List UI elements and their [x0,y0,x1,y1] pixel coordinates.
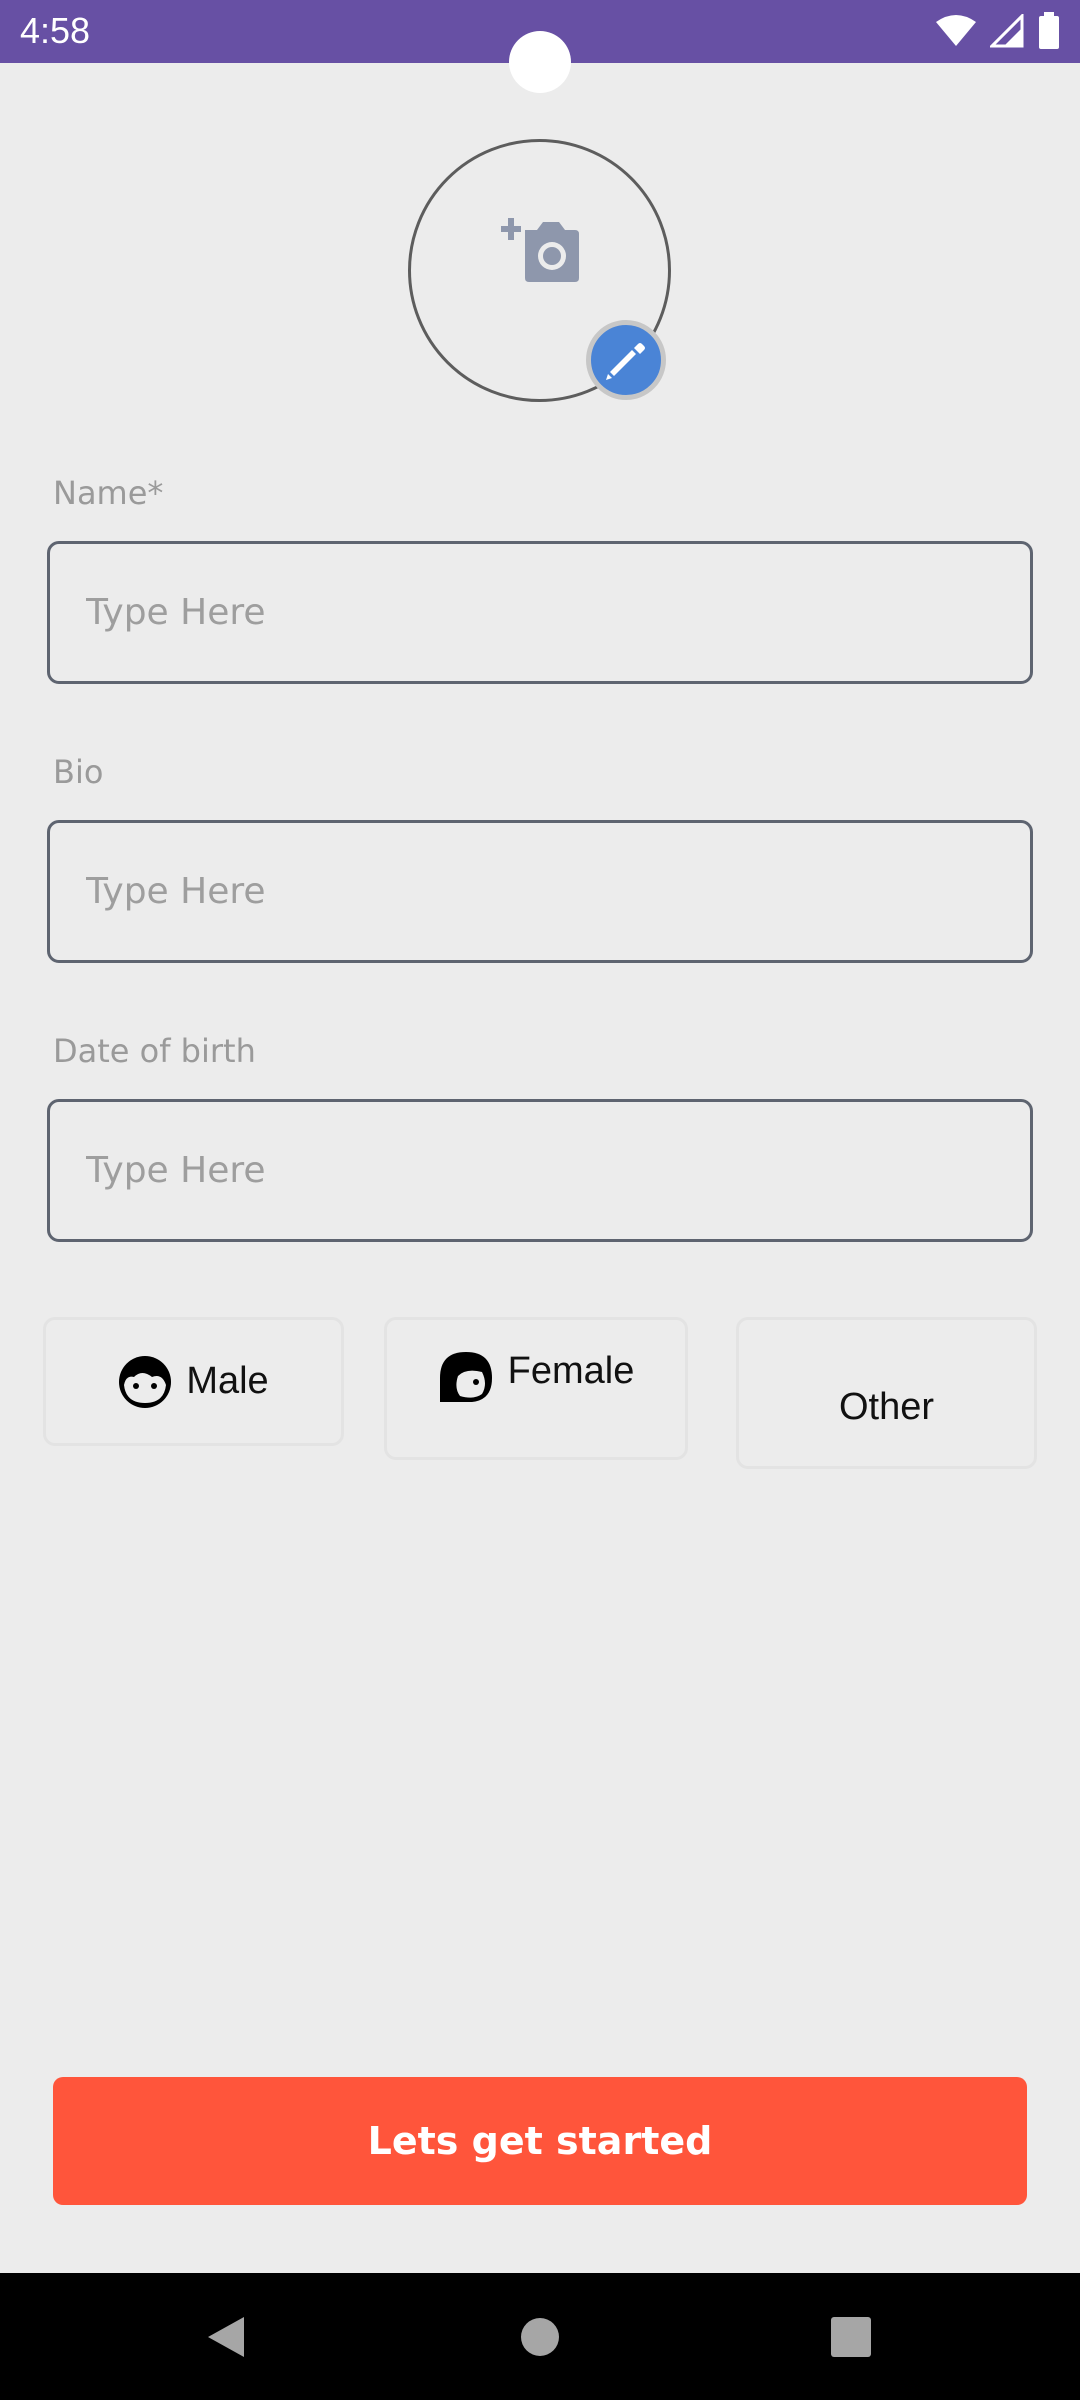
dob-label: Date of birth [53,1032,256,1070]
gender-other-button[interactable]: Other [736,1317,1037,1469]
nav-back-button[interactable] [166,2273,286,2400]
recents-icon [831,2316,871,2357]
gender-other-label: Other [838,1385,935,1428]
get-started-button[interactable]: Lets get started [53,2077,1027,2205]
female-face-icon [439,1352,492,1402]
system-nav-bar [0,2273,1080,2400]
gender-male-button[interactable]: Male [43,1317,344,1446]
nav-recents-button[interactable] [791,2273,911,2400]
bio-input[interactable] [47,820,1033,963]
dob-input[interactable] [47,1099,1033,1242]
home-icon [521,2317,559,2356]
signal-icon [990,14,1024,48]
battery-icon [1039,12,1059,49]
gender-male-label: Male [186,1360,269,1402]
back-icon [208,2316,244,2357]
status-icons [936,12,1060,50]
get-started-label: Lets get started [367,2119,713,2163]
camera-cutout [509,31,571,93]
gender-female-button[interactable]: Female [384,1317,688,1460]
add-photo-icon [501,218,579,282]
nav-home-button[interactable] [480,2273,600,2400]
wifi-icon [936,15,976,46]
name-input[interactable] [47,541,1033,684]
name-label: Name* [53,474,164,512]
edit-photo-button[interactable] [586,320,666,400]
status-time: 4:58 [20,10,91,51]
gender-female-label: Female [507,1350,635,1392]
profile-setup-screen: 4:58 Name* Type Here Bio Type Here Date … [0,0,1080,2400]
male-face-icon [119,1355,172,1408]
bio-label: Bio [53,753,104,791]
pencil-icon [606,343,645,380]
